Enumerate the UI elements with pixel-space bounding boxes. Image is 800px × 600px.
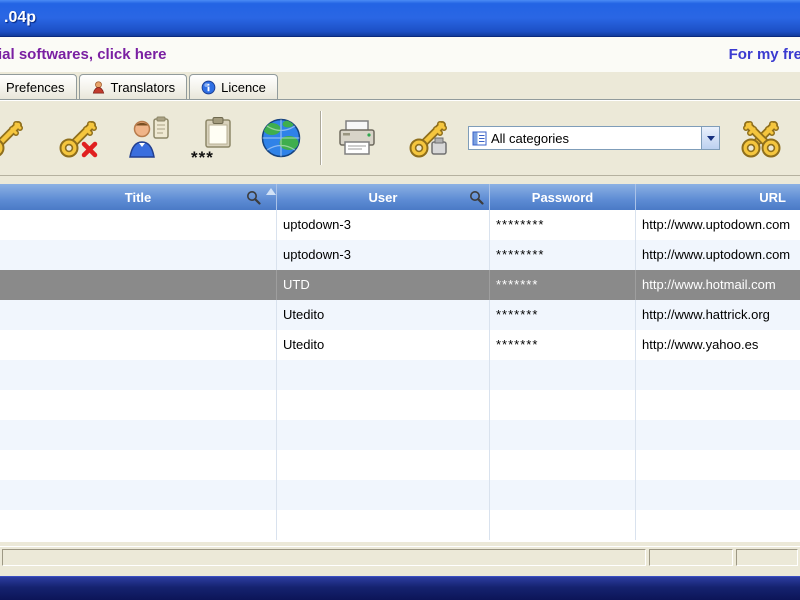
tab-licence[interactable]: Licence: [189, 74, 278, 99]
key-tool-icon: [407, 116, 451, 160]
cell-url: http://www.uptodown.com: [642, 247, 791, 262]
window-title: .04p: [4, 9, 37, 26]
translator-person-icon: [91, 80, 106, 95]
category-list-icon: [472, 131, 487, 146]
banner-left-link[interactable]: ial softwares, click here: [0, 46, 166, 63]
cell-url: http://www.hattrick.org: [642, 307, 770, 322]
key-delete-icon: [57, 116, 101, 160]
status-panel-tertiary: [736, 549, 798, 566]
column-url-label: URL: [759, 189, 786, 205]
status-bar: [0, 546, 800, 568]
crossed-keys-icon: [737, 116, 785, 160]
table-row[interactable]: Utedito ******* http://www.yahoo.es: [0, 330, 800, 360]
column-title-label: Title: [124, 189, 152, 205]
cell-title: [0, 270, 277, 300]
table-row[interactable]: Utedito ******* http://www.hattrick.org: [0, 300, 800, 330]
tab-bar: Prefences Translators Licence: [0, 72, 800, 100]
table-row-empty[interactable]: [0, 510, 800, 540]
table-body: uptodown-3 ******** http://www.uptodown.…: [0, 210, 800, 542]
status-panel-secondary: [649, 549, 733, 566]
sort-ascending-icon: [266, 188, 276, 195]
gold-key-icon: [0, 116, 27, 160]
cell-password: ********: [490, 210, 636, 240]
dropdown-arrow-button[interactable]: [701, 127, 719, 149]
cell-title: [0, 330, 277, 360]
tab-licence-label: Licence: [221, 79, 266, 95]
table-row-empty[interactable]: [0, 480, 800, 510]
cell-url: http://www.uptodown.com: [642, 217, 791, 232]
licence-info-icon: [201, 80, 216, 95]
cell-title: [0, 240, 277, 270]
table-row[interactable]: uptodown-3 ******** http://www.uptodown.…: [0, 210, 800, 240]
add-password-button[interactable]: [0, 107, 36, 169]
table-row-empty[interactable]: [0, 360, 800, 390]
user-details-button[interactable]: [118, 107, 180, 169]
toolbar-gap: [0, 176, 800, 184]
cell-url: http://www.yahoo.es: [642, 337, 759, 352]
cell-title: [0, 300, 277, 330]
table-row-empty[interactable]: [0, 420, 800, 450]
cell-title: [0, 210, 277, 240]
toolbar-separator: [320, 111, 322, 165]
printer-icon: [335, 116, 379, 160]
password-generator-button[interactable]: ***: [186, 107, 248, 169]
tab-preferences[interactable]: Prefences: [0, 74, 77, 99]
column-header-user[interactable]: User: [277, 184, 490, 210]
cell-password: ********: [490, 240, 636, 270]
column-header-title[interactable]: Title: [0, 184, 277, 210]
cell-password: *******: [490, 300, 636, 330]
print-button[interactable]: [326, 107, 388, 169]
stars-label: ***: [191, 148, 214, 167]
password-table: Title User Password URL uptodown-3 *****…: [0, 184, 800, 542]
cell-user: uptodown-3: [277, 210, 490, 240]
column-header-url[interactable]: URL: [636, 184, 800, 210]
table-row-empty[interactable]: [0, 390, 800, 420]
column-user-label: User: [368, 189, 398, 205]
banner-right-link[interactable]: For my fre: [729, 46, 800, 63]
cell-url: http://www.hotmail.com: [642, 277, 776, 292]
search-icon[interactable]: [469, 190, 484, 205]
search-icon[interactable]: [246, 190, 261, 205]
key-tool-button[interactable]: [398, 107, 460, 169]
table-row-selected[interactable]: UTD ******* http://www.hotmail.com: [0, 270, 800, 300]
transfer-keys-button[interactable]: [730, 107, 792, 169]
cell-password: *******: [490, 270, 636, 300]
tab-translators[interactable]: Translators: [78, 74, 188, 99]
status-bottom-gap: [0, 568, 800, 576]
cell-user: Utedito: [277, 330, 490, 360]
cell-password: *******: [490, 330, 636, 360]
chevron-down-icon: [706, 135, 715, 141]
table-row-empty[interactable]: [0, 450, 800, 480]
banner-strip: ial softwares, click here For my fre: [0, 37, 800, 72]
cell-user: UTD: [277, 270, 490, 300]
category-dropdown[interactable]: All categories: [468, 126, 720, 150]
cell-user: uptodown-3: [277, 240, 490, 270]
person-clipboard-icon: [127, 116, 171, 160]
table-row[interactable]: uptodown-3 ******** http://www.uptodown.…: [0, 240, 800, 270]
tab-preferences-label: Prefences: [6, 79, 65, 95]
delete-password-button[interactable]: [48, 107, 110, 169]
window-bottom-edge: [0, 576, 800, 600]
column-password-label: Password: [531, 189, 594, 205]
window-titlebar[interactable]: .04p: [0, 0, 800, 37]
main-toolbar: *** All categories: [0, 100, 800, 176]
globe-icon: [259, 116, 303, 160]
tab-translators-label: Translators: [110, 79, 176, 95]
cell-user: Utedito: [277, 300, 490, 330]
column-header-password[interactable]: Password: [490, 184, 636, 210]
open-website-button[interactable]: [250, 107, 312, 169]
status-panel-main: [2, 549, 646, 566]
category-dropdown-value: All categories: [491, 130, 570, 146]
table-header-row: Title User Password URL: [0, 184, 800, 210]
